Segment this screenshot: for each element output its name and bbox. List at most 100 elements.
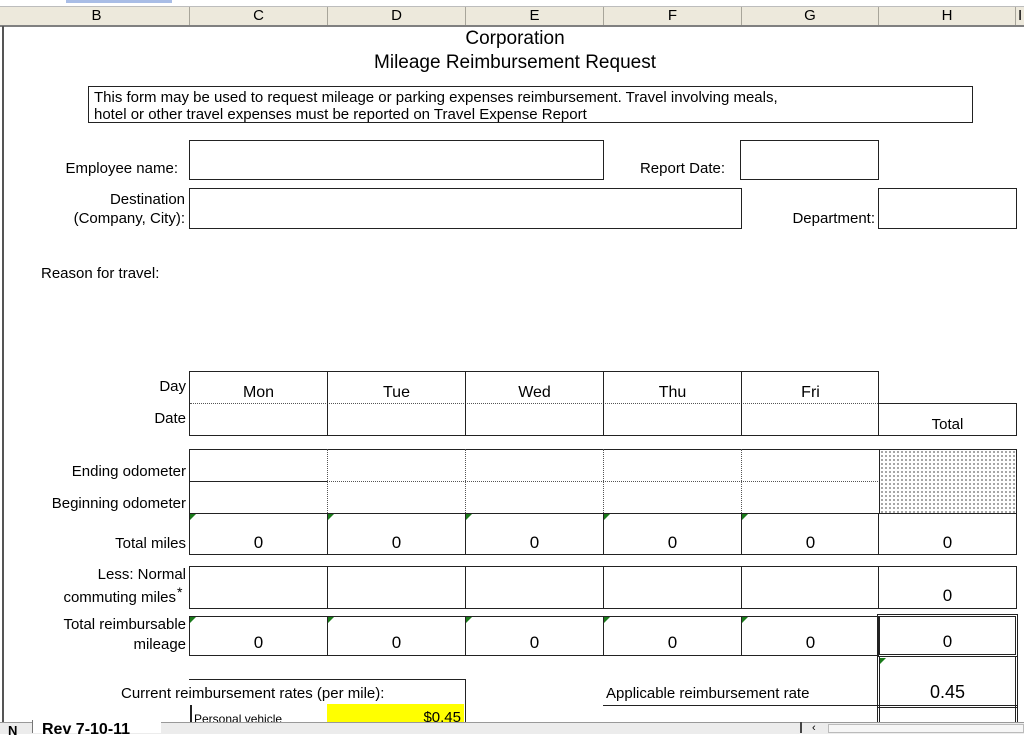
applicable-rate-label: Applicable reimbursement rate — [606, 685, 810, 702]
beginning-odometer-label: Beginning odometer — [51, 495, 186, 512]
scrollbar-splitter[interactable] — [800, 722, 802, 733]
formula-indicator — [742, 514, 748, 520]
commuting-miles-input-4[interactable] — [742, 568, 879, 608]
reason-input[interactable] — [189, 250, 1016, 350]
report-date-input[interactable] — [740, 140, 879, 180]
total-miles-value-4: 0 — [805, 533, 816, 552]
employee-name-input[interactable] — [189, 140, 604, 180]
day-header-4: Fri — [801, 384, 820, 401]
reimbursable-value-1: 0 — [391, 633, 402, 652]
commuting-miles-input-2[interactable] — [466, 568, 603, 608]
commuting-miles-input-0[interactable] — [190, 568, 327, 608]
footnote-asterisk: * — [177, 584, 183, 600]
day-date-divider — [190, 403, 878, 404]
formula-indicator — [742, 617, 748, 623]
formula-indicator — [328, 617, 334, 623]
current-rates-label: Current reimbursement rates (per mile): — [121, 685, 385, 702]
odometer-total-shaded — [879, 450, 1016, 513]
total-reimbursable-label: Total reimbursable — [63, 616, 186, 633]
beginning-odometer-input-1[interactable] — [328, 483, 465, 512]
total-miles-total: 0 — [942, 533, 953, 552]
column-header-d[interactable]: D — [328, 7, 466, 25]
notice-line-2: hotel or other travel expenses must be r… — [94, 106, 587, 123]
column-header-b[interactable]: B — [4, 7, 190, 25]
ending-odometer-input-0[interactable] — [190, 451, 327, 480]
reimbursable-value-0: 0 — [253, 633, 264, 652]
destination-sublabel: (Company, City): — [73, 210, 185, 227]
reimbursable-total-value: 0 — [942, 632, 953, 651]
column-header-e[interactable]: E — [466, 7, 604, 25]
column-header-f[interactable]: F — [604, 7, 742, 25]
sheet-tab-label[interactable]: Rev 7-10-11 — [42, 721, 130, 739]
ending-odometer-input-1[interactable] — [328, 451, 465, 480]
total-miles-label: Total miles — [115, 535, 186, 552]
sheet-border — [2, 26, 4, 733]
total-header-label: Total — [931, 416, 964, 433]
beginning-odometer-input-4[interactable] — [742, 483, 879, 512]
selection-indicator — [66, 0, 172, 3]
ending-odometer-input-2[interactable] — [466, 451, 603, 480]
department-input[interactable] — [878, 188, 1017, 229]
form-title: Mileage Reimbursement Request — [374, 52, 656, 73]
applicable-rate-value: 0.45 — [929, 682, 966, 702]
day-header-3: Thu — [658, 384, 687, 401]
commuting-miles-input-1[interactable] — [328, 568, 465, 608]
notice-box: This form may be used to request mileage… — [88, 86, 973, 123]
ending-odometer-input-3[interactable] — [604, 451, 741, 480]
day-header-2: Wed — [518, 384, 551, 401]
odometer-divider-solid — [190, 481, 327, 482]
column-header-h[interactable]: H — [879, 7, 1016, 25]
employee-name-label: Employee name: — [65, 160, 178, 177]
total-miles-value-3: 0 — [667, 533, 678, 552]
formula-indicator — [466, 514, 472, 520]
column-header-g[interactable]: G — [742, 7, 879, 25]
formula-indicator — [466, 617, 472, 623]
scroll-left-arrow[interactable]: ‹ — [812, 722, 816, 734]
applicable-rate-underline — [603, 705, 877, 706]
reimbursable-value-3: 0 — [667, 633, 678, 652]
ending-odometer-input-4[interactable] — [742, 451, 879, 480]
day-label: Day — [159, 378, 186, 395]
reason-label: Reason for travel: — [41, 265, 160, 282]
formula-indicator — [328, 514, 334, 520]
horizontal-scrollbar[interactable] — [828, 724, 1024, 733]
department-label: Department: — [792, 210, 875, 227]
rate-box-divider — [877, 705, 1018, 708]
date-input-1[interactable] — [328, 405, 465, 435]
commuting-miles-input-3[interactable] — [604, 568, 741, 608]
day-header-1: Tue — [383, 384, 410, 401]
notice-line-1: This form may be used to request mileage… — [94, 89, 778, 106]
date-input-2[interactable] — [466, 405, 603, 435]
date-input-0[interactable] — [190, 405, 327, 435]
formula-indicator — [604, 617, 610, 623]
total-reimbursable-sublabel: mileage — [133, 636, 186, 653]
destination-input[interactable] — [189, 188, 742, 229]
ending-odometer-label: Ending odometer — [71, 463, 186, 480]
formula-indicator — [190, 617, 196, 623]
column-header-c[interactable]: C — [190, 7, 328, 25]
commuting-miles-total: 0 — [942, 586, 953, 605]
less-commuting-sublabel: commuting miles — [63, 589, 176, 606]
date-input-4[interactable] — [742, 405, 879, 435]
reimbursable-value-2: 0 — [529, 633, 540, 652]
total-miles-value-0: 0 — [253, 533, 264, 552]
formula-indicator — [190, 514, 196, 520]
day-header-0: Mon — [242, 384, 275, 401]
total-miles-value-2: 0 — [529, 533, 540, 552]
formula-indicator — [604, 514, 610, 520]
column-headers: B C D E F G H I — [0, 6, 1024, 27]
destination-label: Destination — [109, 191, 185, 208]
date-input-3[interactable] — [604, 405, 741, 435]
total-miles-value-1: 0 — [391, 533, 402, 552]
report-date-label: Report Date: — [639, 160, 725, 177]
company-name: Corporation — [465, 28, 565, 49]
column-header-i[interactable]: I — [1016, 7, 1024, 25]
less-commuting-label: Less: Normal — [97, 566, 186, 583]
beginning-odometer-input-3[interactable] — [604, 483, 741, 512]
reimbursable-value-4: 0 — [805, 633, 816, 652]
date-label: Date — [154, 410, 186, 427]
tab-nav-arrow[interactable]: N — [8, 723, 17, 738]
formula-indicator — [880, 658, 886, 664]
beginning-odometer-input-2[interactable] — [466, 483, 603, 512]
beginning-odometer-input-0[interactable] — [190, 483, 327, 512]
